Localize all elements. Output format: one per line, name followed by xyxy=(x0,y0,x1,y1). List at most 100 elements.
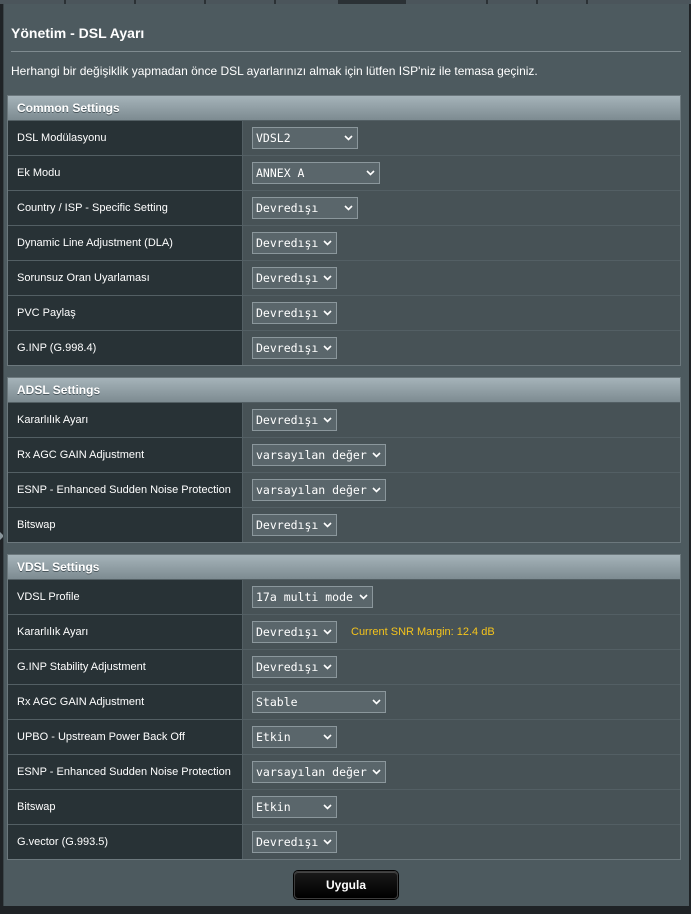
vdsl-profile-select[interactable]: 17a multi mode xyxy=(252,586,373,608)
setting-label: ESNP - Enhanced Sudden Noise Protection xyxy=(8,755,243,789)
setting-value: Devredışı xyxy=(243,650,680,684)
setting-label: UPBO - Upstream Power Back Off xyxy=(8,720,243,754)
adsl-stability-select[interactable]: Devredışı xyxy=(252,409,337,431)
intro-text: Herhangi bir değişiklik yapmadan önce DS… xyxy=(11,64,538,78)
adsl-esnp-select[interactable]: varsayılan değer xyxy=(252,479,386,501)
chevron-down-icon xyxy=(366,170,375,176)
ginp-stability-select[interactable]: Devredışı xyxy=(252,656,337,678)
adsl-settings-table: ADSL Settings Kararlılık Ayarı Devredışı… xyxy=(7,377,681,543)
setting-value: ANNEX A xyxy=(243,156,680,190)
snr-margin-readout: Current SNR Margin: 12.4 dB xyxy=(351,626,495,638)
setting-row-country-isp: Country / ISP - Specific Setting Devredı… xyxy=(8,190,680,225)
setting-value: Stable xyxy=(243,685,680,719)
setting-label: G.vector (G.993.5) xyxy=(8,825,243,859)
chevron-down-icon xyxy=(323,839,332,845)
select-value: Devredışı xyxy=(256,201,319,215)
setting-row-dsl-modulation: DSL Modülasyonu VDSL2 xyxy=(8,120,680,155)
setting-label: DSL Modülasyonu xyxy=(8,121,243,155)
setting-value: VDSL2 xyxy=(243,121,680,155)
select-value: Devredışı xyxy=(256,413,319,427)
setting-value: varsayılan değer xyxy=(243,473,680,507)
select-value: Devredışı xyxy=(256,271,319,285)
select-value: Devredışı xyxy=(256,835,319,849)
upbo-select[interactable]: Etkin xyxy=(252,726,337,748)
select-value: Devredışı xyxy=(256,341,319,355)
select-value: Etkin xyxy=(256,730,291,744)
select-value: Devredışı xyxy=(256,625,319,639)
vdsl-stability-select[interactable]: Devredışı xyxy=(252,621,337,643)
chevron-down-icon xyxy=(323,240,332,246)
pvc-share-select[interactable]: Devredışı xyxy=(252,302,337,324)
setting-label: Country / ISP - Specific Setting xyxy=(8,191,243,225)
setting-value: varsayılan değer xyxy=(243,755,680,789)
select-value: Devredışı xyxy=(256,236,319,250)
setting-label: Rx AGC GAIN Adjustment xyxy=(8,438,243,472)
sra-select[interactable]: Devredışı xyxy=(252,267,337,289)
vdsl-esnp-select[interactable]: varsayılan değer xyxy=(252,761,386,783)
annex-mode-select[interactable]: ANNEX A xyxy=(252,162,380,184)
chevron-down-icon xyxy=(344,205,353,211)
chevron-down-icon xyxy=(344,135,353,141)
setting-value: Devredışı xyxy=(243,331,680,365)
setting-value: 17a multi mode xyxy=(243,580,680,614)
chevron-down-icon xyxy=(372,452,381,458)
chevron-down-icon xyxy=(323,417,332,423)
select-value: ANNEX A xyxy=(256,166,305,180)
chevron-down-icon xyxy=(372,487,381,493)
select-value: Devredışı xyxy=(256,306,319,320)
setting-row-pvc-share: PVC Paylaş Devredışı xyxy=(8,295,680,330)
chevron-down-icon xyxy=(323,345,332,351)
select-value: Stable xyxy=(256,695,298,709)
setting-label: G.INP Stability Adjustment xyxy=(8,650,243,684)
adsl-bitswap-select[interactable]: Devredışı xyxy=(252,514,337,536)
setting-label: Ek Modu xyxy=(8,156,243,190)
common-settings-table: Common Settings DSL Modülasyonu VDSL2 Ek… xyxy=(7,95,681,366)
title-divider xyxy=(11,51,681,52)
setting-value: Devredışı xyxy=(243,508,680,542)
select-value: Etkin xyxy=(256,800,291,814)
vdsl-settings-table: VDSL Settings VDSL Profile 17a multi mod… xyxy=(7,554,681,860)
setting-row-vdsl-stability: Kararlılık Ayarı Devredışı Current SNR M… xyxy=(8,614,680,649)
select-value: VDSL2 xyxy=(256,131,291,145)
setting-row-vdsl-rx-agc: Rx AGC GAIN Adjustment Stable xyxy=(8,684,680,719)
setting-label: Kararlılık Ayarı xyxy=(8,615,243,649)
setting-value: Devredışı xyxy=(243,226,680,260)
vdsl-bitswap-select[interactable]: Etkin xyxy=(252,796,337,818)
chevron-down-icon xyxy=(359,594,368,600)
apply-button[interactable]: Uygula xyxy=(294,871,398,899)
adsl-rx-agc-select[interactable]: varsayılan değer xyxy=(252,444,386,466)
country-isp-select[interactable]: Devredışı xyxy=(252,197,358,219)
setting-label: Bitswap xyxy=(8,508,243,542)
chevron-down-icon xyxy=(372,699,381,705)
setting-row-adsl-bitswap: Bitswap Devredışı xyxy=(8,507,680,542)
setting-row-annex-mode: Ek Modu ANNEX A xyxy=(8,155,680,190)
setting-value: Etkin xyxy=(243,790,680,824)
gvector-select[interactable]: Devredışı xyxy=(252,831,337,853)
ginp-select[interactable]: Devredışı xyxy=(252,337,337,359)
setting-row-sra: Sorunsuz Oran Uyarlaması Devredışı xyxy=(8,260,680,295)
page-title: Yönetim - DSL Ayarı xyxy=(11,25,145,41)
setting-value: Etkin xyxy=(243,720,680,754)
setting-row-vdsl-esnp: ESNP - Enhanced Sudden Noise Protection … xyxy=(8,754,680,789)
setting-row-vdsl-upbo: UPBO - Upstream Power Back Off Etkin xyxy=(8,719,680,754)
setting-row-adsl-stability: Kararlılık Ayarı Devredışı xyxy=(8,402,680,437)
dsl-modulation-select[interactable]: VDSL2 xyxy=(252,127,358,149)
setting-row-vdsl-bitswap: Bitswap Etkin xyxy=(8,789,680,824)
setting-row-dla: Dynamic Line Adjustment (DLA) Devredışı xyxy=(8,225,680,260)
section-header-vdsl: VDSL Settings xyxy=(8,555,680,579)
setting-row-ginp: G.INP (G.998.4) Devredışı xyxy=(8,330,680,365)
chevron-down-icon xyxy=(323,734,332,740)
select-value: Devredışı xyxy=(256,518,319,532)
setting-row-vdsl-ginp-stability: G.INP Stability Adjustment Devredışı xyxy=(8,649,680,684)
chevron-down-icon xyxy=(323,522,332,528)
chevron-down-icon xyxy=(323,804,332,810)
select-value: 17a multi mode xyxy=(256,590,353,604)
setting-value: Devredışı xyxy=(243,296,680,330)
setting-label: Bitswap xyxy=(8,790,243,824)
chevron-down-icon xyxy=(372,769,381,775)
select-value: varsayılan değer xyxy=(256,765,367,779)
setting-value: Devredışı xyxy=(243,261,680,295)
setting-label: G.INP (G.998.4) xyxy=(8,331,243,365)
vdsl-rx-agc-select[interactable]: Stable xyxy=(252,691,386,713)
dla-select[interactable]: Devredışı xyxy=(252,232,337,254)
